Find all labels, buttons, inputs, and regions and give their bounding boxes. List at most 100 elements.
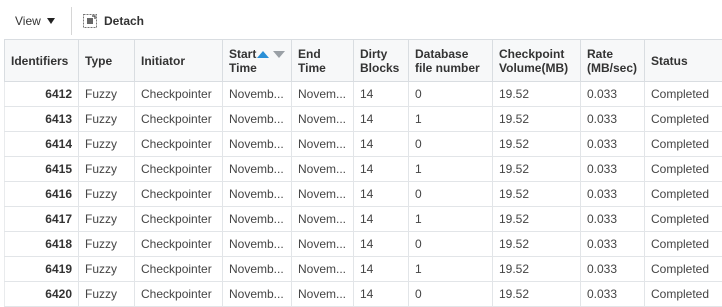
cell-dirty-blocks: 14 bbox=[354, 182, 409, 207]
cell-checkpoint-volume: 19.52 bbox=[493, 157, 581, 182]
cell-identifier: 6413 bbox=[5, 107, 79, 132]
cell-dirty-blocks: 14 bbox=[354, 257, 409, 282]
cell-start-time: Novemb... bbox=[223, 257, 292, 282]
cell-initiator: Checkpointer bbox=[135, 132, 223, 157]
cell-start-time: Novemb... bbox=[223, 157, 292, 182]
cell-end-time: Novem... bbox=[292, 207, 354, 232]
cell-end-time: Novem... bbox=[292, 157, 354, 182]
cell-start-time: Novemb... bbox=[223, 107, 292, 132]
cell-type: Fuzzy bbox=[79, 132, 135, 157]
table-row[interactable]: 6415FuzzyCheckpointerNovemb...Novem...14… bbox=[5, 157, 722, 182]
cell-database-file-number: 1 bbox=[409, 157, 493, 182]
col-header-initiator[interactable]: Initiator bbox=[135, 40, 223, 82]
cell-initiator: Checkpointer bbox=[135, 232, 223, 257]
sort-icons bbox=[261, 51, 285, 58]
table-row[interactable]: 6419FuzzyCheckpointerNovemb...Novem...14… bbox=[5, 257, 722, 282]
col-header-rate[interactable]: Rate (MB/sec) bbox=[581, 40, 645, 82]
chevron-down-icon bbox=[47, 18, 55, 24]
sort-ascending-icon[interactable] bbox=[257, 51, 269, 58]
col-header-type[interactable]: Type bbox=[79, 40, 135, 82]
col-header-checkpoint-volume[interactable]: Checkpoint Volume(MB) bbox=[493, 40, 581, 82]
cell-initiator: Checkpointer bbox=[135, 257, 223, 282]
cell-dirty-blocks: 14 bbox=[354, 207, 409, 232]
cell-database-file-number: 0 bbox=[409, 282, 493, 307]
col-header-start-time[interactable]: Start Time bbox=[223, 40, 292, 82]
table-row[interactable]: 6417FuzzyCheckpointerNovemb...Novem...14… bbox=[5, 207, 722, 232]
cell-type: Fuzzy bbox=[79, 82, 135, 107]
cell-end-time: Novem... bbox=[292, 232, 354, 257]
cell-start-time: Novemb... bbox=[223, 232, 292, 257]
view-menu-label: View bbox=[15, 14, 41, 28]
col-header-dirty-blocks[interactable]: Dirty Blocks bbox=[354, 40, 409, 82]
toolbar-separator bbox=[71, 7, 72, 35]
cell-status: Completed bbox=[645, 182, 722, 207]
col-header-database-file-number[interactable]: Database file number bbox=[409, 40, 493, 82]
cell-end-time: Novem... bbox=[292, 132, 354, 157]
header-row: Identifiers Type Initiator Start Time En… bbox=[5, 40, 722, 82]
cell-status: Completed bbox=[645, 107, 722, 132]
cell-database-file-number: 0 bbox=[409, 132, 493, 157]
cell-identifier: 6415 bbox=[5, 157, 79, 182]
cell-status: Completed bbox=[645, 282, 722, 307]
table-row[interactable]: 6418FuzzyCheckpointerNovemb...Novem...14… bbox=[5, 232, 722, 257]
detach-button[interactable]: Detach bbox=[83, 13, 144, 29]
cell-database-file-number: 0 bbox=[409, 182, 493, 207]
cell-identifier: 6419 bbox=[5, 257, 79, 282]
cell-dirty-blocks: 14 bbox=[354, 232, 409, 257]
cell-rate: 0.033 bbox=[581, 157, 645, 182]
cell-dirty-blocks: 14 bbox=[354, 107, 409, 132]
cell-rate: 0.033 bbox=[581, 107, 645, 132]
cell-status: Completed bbox=[645, 82, 722, 107]
cell-database-file-number: 1 bbox=[409, 257, 493, 282]
cell-end-time: Novem... bbox=[292, 257, 354, 282]
view-menu-button[interactable]: View bbox=[15, 13, 55, 29]
table-row[interactable]: 6416FuzzyCheckpointerNovemb...Novem...14… bbox=[5, 182, 722, 207]
cell-database-file-number: 1 bbox=[409, 107, 493, 132]
cell-dirty-blocks: 14 bbox=[354, 132, 409, 157]
cell-rate: 0.033 bbox=[581, 232, 645, 257]
cell-type: Fuzzy bbox=[79, 282, 135, 307]
cell-rate: 0.033 bbox=[581, 282, 645, 307]
cell-dirty-blocks: 14 bbox=[354, 82, 409, 107]
table-row[interactable]: 6414FuzzyCheckpointerNovemb...Novem...14… bbox=[5, 132, 722, 157]
cell-initiator: Checkpointer bbox=[135, 107, 223, 132]
cell-checkpoint-volume: 19.52 bbox=[493, 132, 581, 157]
table-row[interactable]: 6420FuzzyCheckpointerNovemb...Novem...14… bbox=[5, 282, 722, 307]
toolbar: View Detach bbox=[0, 0, 722, 39]
cell-type: Fuzzy bbox=[79, 232, 135, 257]
cell-rate: 0.033 bbox=[581, 182, 645, 207]
cell-start-time: Novemb... bbox=[223, 207, 292, 232]
table-row[interactable]: 6413FuzzyCheckpointerNovemb...Novem...14… bbox=[5, 107, 722, 132]
cell-type: Fuzzy bbox=[79, 107, 135, 132]
cell-start-time: Novemb... bbox=[223, 182, 292, 207]
col-header-end-time[interactable]: End Time bbox=[292, 40, 354, 82]
table-row[interactable]: 6412FuzzyCheckpointerNovemb...Novem...14… bbox=[5, 82, 722, 107]
cell-checkpoint-volume: 19.52 bbox=[493, 207, 581, 232]
cell-initiator: Checkpointer bbox=[135, 282, 223, 307]
cell-type: Fuzzy bbox=[79, 157, 135, 182]
cell-start-time: Novemb... bbox=[223, 82, 292, 107]
cell-checkpoint-volume: 19.52 bbox=[493, 232, 581, 257]
cell-database-file-number: 0 bbox=[409, 82, 493, 107]
cell-dirty-blocks: 14 bbox=[354, 282, 409, 307]
col-header-status[interactable]: Status bbox=[645, 40, 722, 82]
cell-type: Fuzzy bbox=[79, 182, 135, 207]
cell-status: Completed bbox=[645, 232, 722, 257]
cell-database-file-number: 0 bbox=[409, 232, 493, 257]
cell-identifier: 6418 bbox=[5, 232, 79, 257]
cell-identifier: 6414 bbox=[5, 132, 79, 157]
cell-rate: 0.033 bbox=[581, 207, 645, 232]
cell-rate: 0.033 bbox=[581, 82, 645, 107]
cell-initiator: Checkpointer bbox=[135, 157, 223, 182]
cell-identifier: 6412 bbox=[5, 82, 79, 107]
cell-type: Fuzzy bbox=[79, 207, 135, 232]
cell-initiator: Checkpointer bbox=[135, 207, 223, 232]
cell-status: Completed bbox=[645, 257, 722, 282]
cell-start-time: Novemb... bbox=[223, 282, 292, 307]
sort-descending-icon[interactable] bbox=[273, 51, 285, 58]
cell-dirty-blocks: 14 bbox=[354, 157, 409, 182]
cell-end-time: Novem... bbox=[292, 107, 354, 132]
cell-identifier: 6417 bbox=[5, 207, 79, 232]
col-header-identifiers[interactable]: Identifiers bbox=[5, 40, 79, 82]
cell-identifier: 6420 bbox=[5, 282, 79, 307]
